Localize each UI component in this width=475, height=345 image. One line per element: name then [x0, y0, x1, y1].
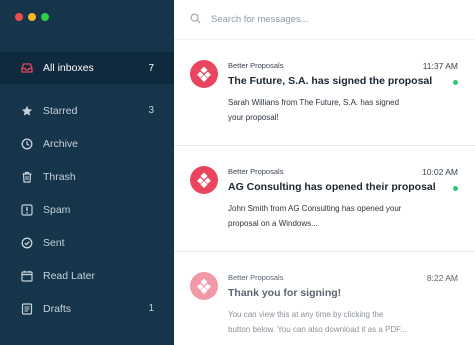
sidebar-item-archive[interactable]: Archive	[0, 127, 174, 160]
mailbox-nav: All inboxes 7 Starred 3 Archive Thrash S…	[0, 52, 174, 325]
calendar-icon	[20, 269, 34, 283]
message-preview: You can view this at any time by clickin…	[228, 307, 448, 337]
check-circle-icon	[20, 236, 34, 250]
preview-line: proposal on a Windows...	[228, 219, 318, 228]
sidebar-item-label: Drafts	[43, 302, 72, 315]
message-sender: Better Proposals	[228, 61, 284, 70]
star-icon	[20, 104, 34, 118]
drafts-count: 1	[148, 303, 154, 314]
unread-count: 7	[148, 62, 154, 74]
sender-avatar	[190, 60, 218, 88]
alert-icon	[20, 203, 34, 217]
message-time: 11:37 AM	[422, 61, 458, 71]
preview-line: your proposal!	[228, 113, 279, 122]
starred-count: 3	[148, 105, 154, 116]
window-controls	[15, 13, 49, 21]
message-sender: Better Proposals	[228, 167, 284, 176]
message-item[interactable]: Better Proposals 11:37 AM The Future, S.…	[174, 40, 475, 146]
sidebar-item-label: Sent	[43, 236, 65, 249]
preview-line: You can view this at any time by clickin…	[228, 310, 384, 319]
sidebar-item-label: Starred	[43, 104, 78, 117]
unread-indicator	[453, 80, 458, 85]
sidebar-item-spam[interactable]: Spam	[0, 193, 174, 226]
message-item[interactable]: Better Proposals 8:22 AM Thank you for s…	[174, 252, 475, 345]
clock-icon	[20, 137, 34, 151]
sidebar: All inboxes 7 Starred 3 Archive Thrash S…	[0, 0, 174, 345]
sidebar-item-label: Thrash	[43, 170, 76, 183]
better-proposals-logo-icon	[197, 66, 211, 82]
sidebar-item-all-inboxes[interactable]: All inboxes 7	[0, 52, 174, 84]
sidebar-item-label: Archive	[43, 137, 79, 150]
better-proposals-logo-icon	[197, 172, 211, 188]
inbox-icon	[20, 61, 34, 75]
sidebar-item-sent[interactable]: Sent	[0, 226, 174, 259]
sender-avatar	[190, 166, 218, 194]
sidebar-item-label: Read Later	[43, 269, 95, 282]
sidebar-item-label: All inboxes	[43, 62, 94, 74]
preview-line: button below. You can also download it a…	[228, 325, 407, 334]
preview-line: Sarah Willians from The Future, S.A. has…	[228, 98, 400, 107]
sidebar-item-drafts[interactable]: Drafts 1	[0, 292, 174, 325]
search-bar	[174, 0, 475, 40]
message-subject: Thank you for signing!	[228, 287, 342, 299]
document-icon	[20, 302, 34, 316]
maximize-window-button[interactable]	[41, 13, 49, 21]
message-subject: AG Consulting has opened their proposal	[228, 181, 436, 193]
close-window-button[interactable]	[15, 13, 23, 21]
message-subject: The Future, S.A. has signed the proposal	[228, 75, 433, 87]
search-input[interactable]	[211, 14, 451, 25]
message-item[interactable]: Better Proposals 10:02 AM AG Consulting …	[174, 146, 475, 252]
sender-avatar	[190, 272, 218, 300]
sidebar-item-starred[interactable]: Starred 3	[0, 94, 174, 127]
trash-icon	[20, 170, 34, 184]
better-proposals-logo-icon	[197, 278, 211, 294]
minimize-window-button[interactable]	[28, 13, 36, 21]
message-preview: Sarah Willians from The Future, S.A. has…	[228, 95, 448, 125]
sidebar-item-read-later[interactable]: Read Later	[0, 259, 174, 292]
message-list-pane: Better Proposals 11:37 AM The Future, S.…	[174, 0, 475, 345]
sidebar-item-label: Spam	[43, 203, 71, 216]
message-time: 10:02 AM	[422, 167, 458, 177]
message-time: 8:22 AM	[426, 273, 458, 283]
message-preview: John Smith from AG Consulting has opened…	[228, 201, 448, 231]
sidebar-item-thrash[interactable]: Thrash	[0, 160, 174, 193]
preview-line: John Smith from AG Consulting has opened…	[228, 204, 402, 213]
unread-indicator	[453, 186, 458, 191]
search-icon	[190, 11, 211, 29]
message-sender: Better Proposals	[228, 273, 284, 282]
